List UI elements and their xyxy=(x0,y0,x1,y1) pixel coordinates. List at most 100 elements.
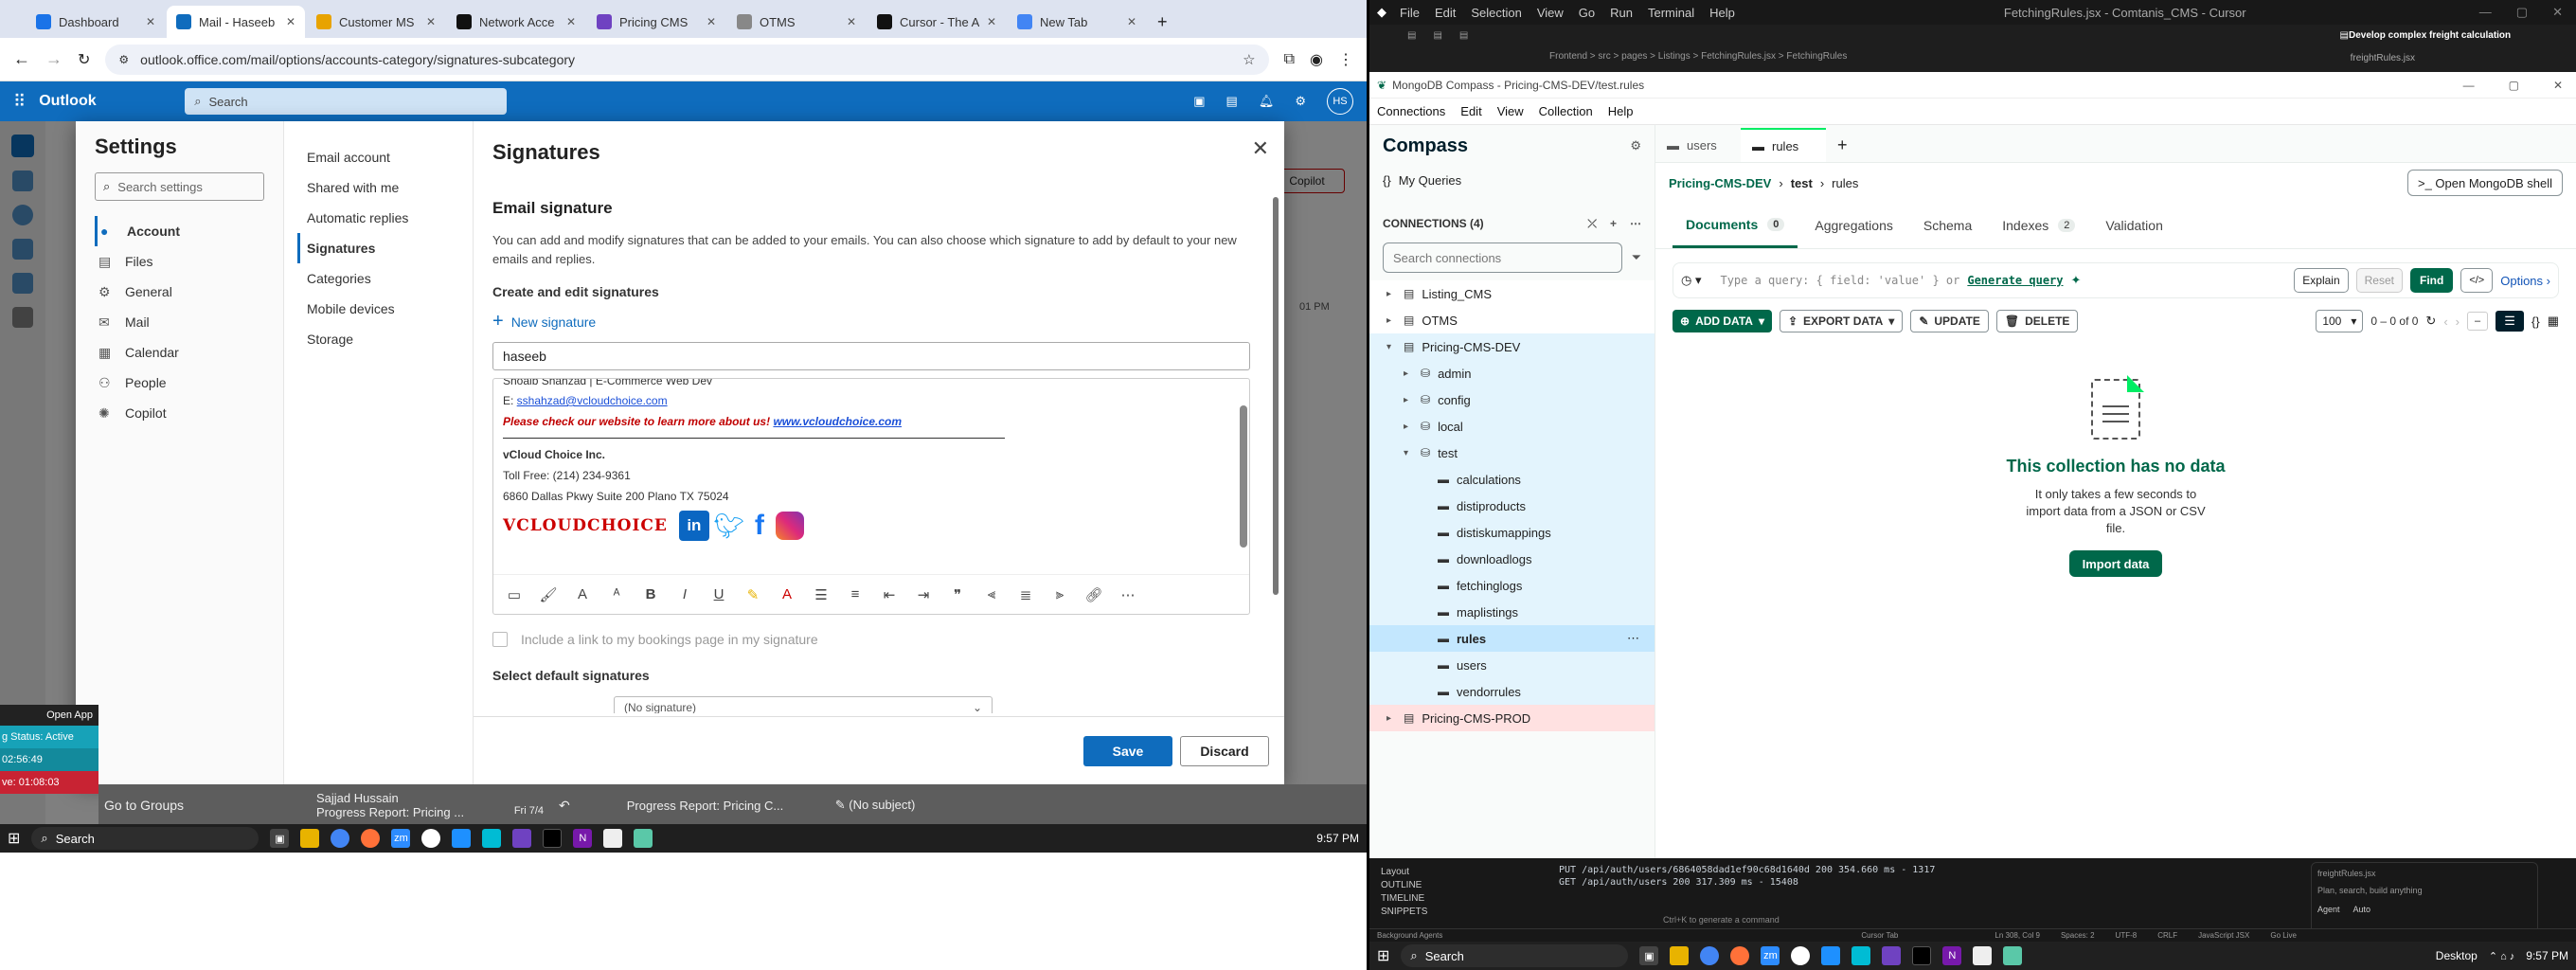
bookings-checkbox[interactable] xyxy=(492,632,508,647)
app-icon-c[interactable] xyxy=(1973,946,1993,965)
add-tab-icon[interactable]: + xyxy=(1826,128,1859,162)
settings-search[interactable]: ⌕ Search settings xyxy=(95,172,264,201)
cursor-chat-input[interactable]: freightRules.jsx Plan, search, build any… xyxy=(2311,862,2538,938)
clock-app-icon[interactable] xyxy=(421,829,441,848)
link-icon[interactable]: 🔗︎ xyxy=(1081,582,1107,608)
tree-coll[interactable]: ▬ distiproducts xyxy=(1369,493,1655,519)
tree-coll[interactable]: ▬ downloadlogs xyxy=(1369,546,1655,572)
twitter-icon[interactable]: 🐦︎ xyxy=(713,512,744,540)
facebook-icon[interactable]: f xyxy=(749,512,770,540)
tray-icons[interactable]: ⌃ ⌂ ♪ xyxy=(2489,950,2514,962)
status-position[interactable]: Ln 308, Col 9 xyxy=(1995,931,2040,940)
taskbar-search[interactable]: ⌕ Search xyxy=(31,827,259,850)
underline-icon[interactable]: U xyxy=(706,582,732,608)
settings-nav-account[interactable]: ● Account xyxy=(95,216,264,246)
breadcrumb-connection[interactable]: Pricing-CMS-DEV xyxy=(1669,176,1771,190)
add-data-button[interactable]: ⊕ ADD DATA ▾ xyxy=(1673,310,1772,332)
outline-item[interactable]: TIMELINE xyxy=(1381,892,1427,906)
tab-close-icon[interactable]: ✕ xyxy=(987,15,996,28)
bookmark-star-icon[interactable]: ☆ xyxy=(1243,51,1255,68)
status-encoding[interactable]: UTF-8 xyxy=(2116,931,2138,940)
cursor-menu-item[interactable]: Selection xyxy=(1471,6,1521,20)
file-explorer-icon[interactable] xyxy=(300,829,320,848)
align-right-icon[interactable]: ⫸ xyxy=(1046,582,1073,608)
browser-tab[interactable]: Mail - Haseeb ✕ xyxy=(167,6,305,38)
editor-tab[interactable]: ▤ xyxy=(1407,30,1416,41)
outline-item[interactable]: SNIPPETS xyxy=(1381,906,1427,919)
settings-gear-icon[interactable]: ⚙ xyxy=(1295,94,1306,109)
clock-app-icon[interactable] xyxy=(1791,946,1811,965)
open-app-button[interactable]: Open App xyxy=(0,705,98,726)
my-queries-link[interactable]: {} My Queries xyxy=(1369,167,1655,193)
settings-subnav-item[interactable]: Automatic replies xyxy=(297,203,459,233)
cursor-menu-item[interactable]: File xyxy=(1400,6,1420,20)
chrome-menu-icon[interactable]: ⋮ xyxy=(1338,50,1353,69)
taskbar-search[interactable]: ⌕ Search xyxy=(1401,944,1629,967)
tree-db[interactable]: ▾ ⛁ test xyxy=(1369,440,1655,466)
connections-search[interactable]: Search connections xyxy=(1383,242,1622,273)
app-launcher-icon[interactable]: ⠿ xyxy=(13,92,26,112)
discard-button[interactable]: Discard xyxy=(1180,735,1269,766)
default-signature-select[interactable]: (No signature) ⌄ xyxy=(614,696,993,713)
panel-scrollbar[interactable] xyxy=(1273,197,1279,595)
tree-conn[interactable]: ▸ ▤ Pricing-CMS-PROD xyxy=(1369,705,1655,731)
settings-subnav-item[interactable]: Signatures xyxy=(297,233,459,263)
cursor-menu-item[interactable]: Edit xyxy=(1435,6,1456,20)
zoom-icon[interactable]: zm xyxy=(1761,946,1780,965)
cursor-app-icon[interactable] xyxy=(1912,946,1932,965)
url-field[interactable]: ⚙ outlook.office.com/mail/options/accoun… xyxy=(105,44,1269,75)
cursor-menu-item[interactable]: Help xyxy=(1709,6,1735,20)
save-button[interactable]: Save xyxy=(1083,735,1172,766)
vscode-icon[interactable] xyxy=(512,829,532,848)
editor-tab[interactable]: ▤ xyxy=(1433,30,1441,41)
onenote-icon[interactable]: N xyxy=(1942,946,1962,965)
close-icon[interactable]: ✕ xyxy=(2553,79,2563,92)
settings-subnav-item[interactable]: Mobile devices xyxy=(297,294,459,324)
sig-site-link[interactable]: www.vcloudchoice.com xyxy=(773,415,902,428)
close-icon[interactable]: ✕ xyxy=(1252,136,1269,161)
breadcrumb-database[interactable]: test xyxy=(1791,176,1813,190)
minimize-icon[interactable]: — xyxy=(2463,79,2475,92)
format-painter-icon[interactable]: 🖌︎ xyxy=(535,582,562,608)
draft-tab-2[interactable]: ✎ (No subject) xyxy=(835,798,916,813)
desktop-label[interactable]: Desktop xyxy=(2436,949,2478,962)
vscode-icon[interactable] xyxy=(1882,946,1902,965)
compass-menu-item[interactable]: Edit xyxy=(1460,104,1481,118)
settings-subnav-item[interactable]: Categories xyxy=(297,263,459,294)
avatar[interactable]: HS xyxy=(1327,88,1353,115)
outdent-icon[interactable]: ⇤ xyxy=(876,582,903,608)
outlook-search[interactable]: ⌕ Search xyxy=(185,88,508,115)
settings-nav-copilot[interactable]: ✺ Copilot xyxy=(95,398,264,428)
tree-db[interactable]: ▸ ⛁ config xyxy=(1369,386,1655,413)
export-data-button[interactable]: ⇪ EXPORT DATA ▾ xyxy=(1779,310,1904,332)
status-cursor-tab[interactable]: Cursor Tab xyxy=(1861,931,1898,940)
windows-start-icon[interactable]: ⊞ xyxy=(8,829,20,848)
maximize-icon[interactable]: ▢ xyxy=(2509,79,2519,92)
delete-button[interactable]: 🗑︎ DELETE xyxy=(1995,310,2079,332)
close-icon[interactable]: ✕ xyxy=(2552,5,2563,20)
minimize-icon[interactable]: — xyxy=(2479,5,2492,20)
tab-close-icon[interactable]: ✕ xyxy=(707,15,716,28)
cursor-menu-item[interactable]: Go xyxy=(1579,6,1595,20)
file-explorer-icon[interactable] xyxy=(1670,946,1690,965)
status-go-live[interactable]: Go Live xyxy=(2270,931,2297,940)
tree-coll[interactable]: ▬ rules ⋯ xyxy=(1369,625,1655,652)
more-icon[interactable]: ⋯ xyxy=(1627,631,1639,646)
notification-bell-icon[interactable]: 🔔︎ xyxy=(1259,94,1275,109)
instagram-icon[interactable] xyxy=(775,512,804,540)
editor-tab[interactable]: ▤ xyxy=(1459,30,1468,41)
browser-tab[interactable]: New Tab ✕ xyxy=(1008,6,1146,38)
settings-nav-files[interactable]: ▤ Files xyxy=(95,246,264,277)
subtab-validation[interactable]: Validation xyxy=(2092,203,2175,248)
tree-conn[interactable]: ▸ ▤ Listing_CMS xyxy=(1369,280,1655,307)
app-icon-c[interactable] xyxy=(603,829,623,848)
extensions-icon[interactable]: ⧉ xyxy=(1284,51,1295,68)
reload-icon[interactable]: ↻ xyxy=(78,50,90,69)
signature-name-field[interactable]: haseeb xyxy=(492,342,1250,370)
subtab-documents[interactable]: Documents 0 xyxy=(1673,203,1798,248)
tree-db[interactable]: ▸ ⛁ local xyxy=(1369,413,1655,440)
cursor-menu-item[interactable]: Run xyxy=(1610,6,1633,20)
bullets-icon[interactable]: ☰ xyxy=(808,582,834,608)
tab-close-icon[interactable]: ✕ xyxy=(847,15,856,28)
generate-query-link[interactable]: Generate query xyxy=(1967,274,2063,287)
